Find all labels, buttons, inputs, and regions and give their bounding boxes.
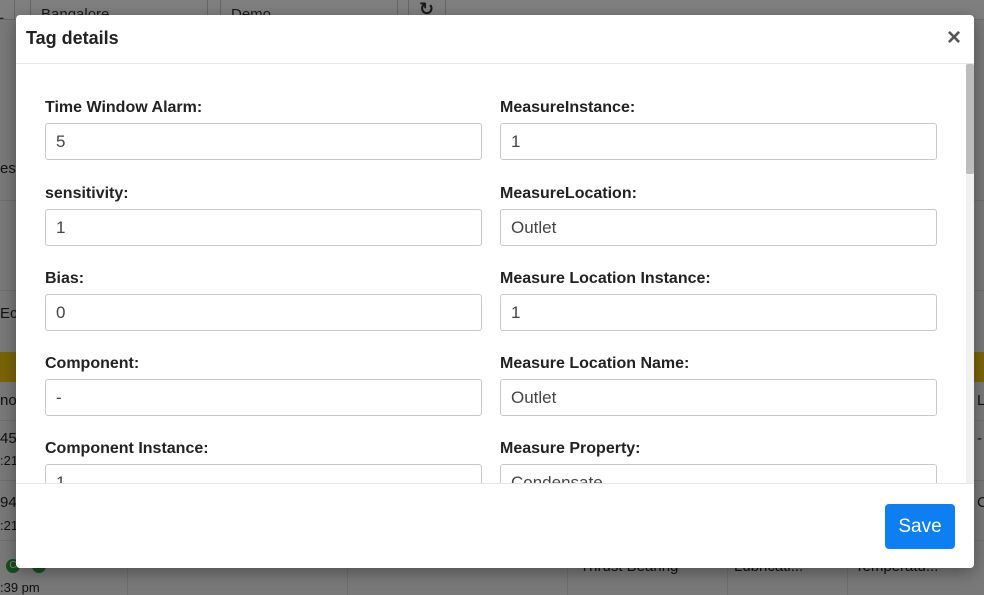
field-label: sensitivity: [45,185,129,202]
tag-details-modal: Tag details × Time Window Alarm: sensiti… [16,15,974,568]
measure-property-input[interactable] [500,464,937,483]
scrollbar-thumb[interactable] [966,64,974,174]
save-button[interactable]: Save [885,504,955,549]
field-label: Measure Location Instance: [500,270,711,287]
sensitivity-input[interactable] [45,209,482,246]
measure-location-instance-input[interactable] [500,294,937,331]
field-measure-location-instance: Measure Location Instance: [500,269,937,331]
field-measure-location-name: Measure Location Name: [500,354,937,416]
field-label: Time Window Alarm: [45,99,203,116]
field-label: Component: [45,355,140,372]
field-sensitivity: sensitivity: [45,184,482,246]
measure-location-input[interactable] [500,209,937,246]
field-measure-property: Measure Property: [500,439,937,483]
modal-header: Tag details × [16,15,974,64]
modal-footer: Save [16,483,974,568]
field-label: MeasureInstance: [500,99,636,116]
field-label: Bias: [45,270,85,287]
close-icon[interactable]: × [944,26,964,50]
field-measure-location: MeasureLocation: [500,184,937,246]
field-label: Measure Property: [500,440,641,457]
bias-input[interactable] [45,294,482,331]
field-measure-instance: MeasureInstance: [500,98,937,160]
modal-body: Time Window Alarm: sensitivity: Bias: Co… [16,64,974,483]
measure-instance-input[interactable] [500,123,937,160]
field-component-instance: Component Instance: [45,439,482,483]
component-instance-input[interactable] [45,464,482,483]
field-bias: Bias: [45,269,482,331]
field-time-window-alarm: Time Window Alarm: [45,98,482,160]
time-window-alarm-input[interactable] [45,123,482,160]
field-label: Component Instance: [45,440,209,457]
field-component: Component: [45,354,482,416]
measure-location-name-input[interactable] [500,379,937,416]
component-input[interactable] [45,379,482,416]
field-label: Measure Location Name: [500,355,690,372]
modal-scrollbar[interactable] [966,64,974,483]
field-label: MeasureLocation: [500,185,637,202]
modal-title: Tag details [26,28,119,48]
